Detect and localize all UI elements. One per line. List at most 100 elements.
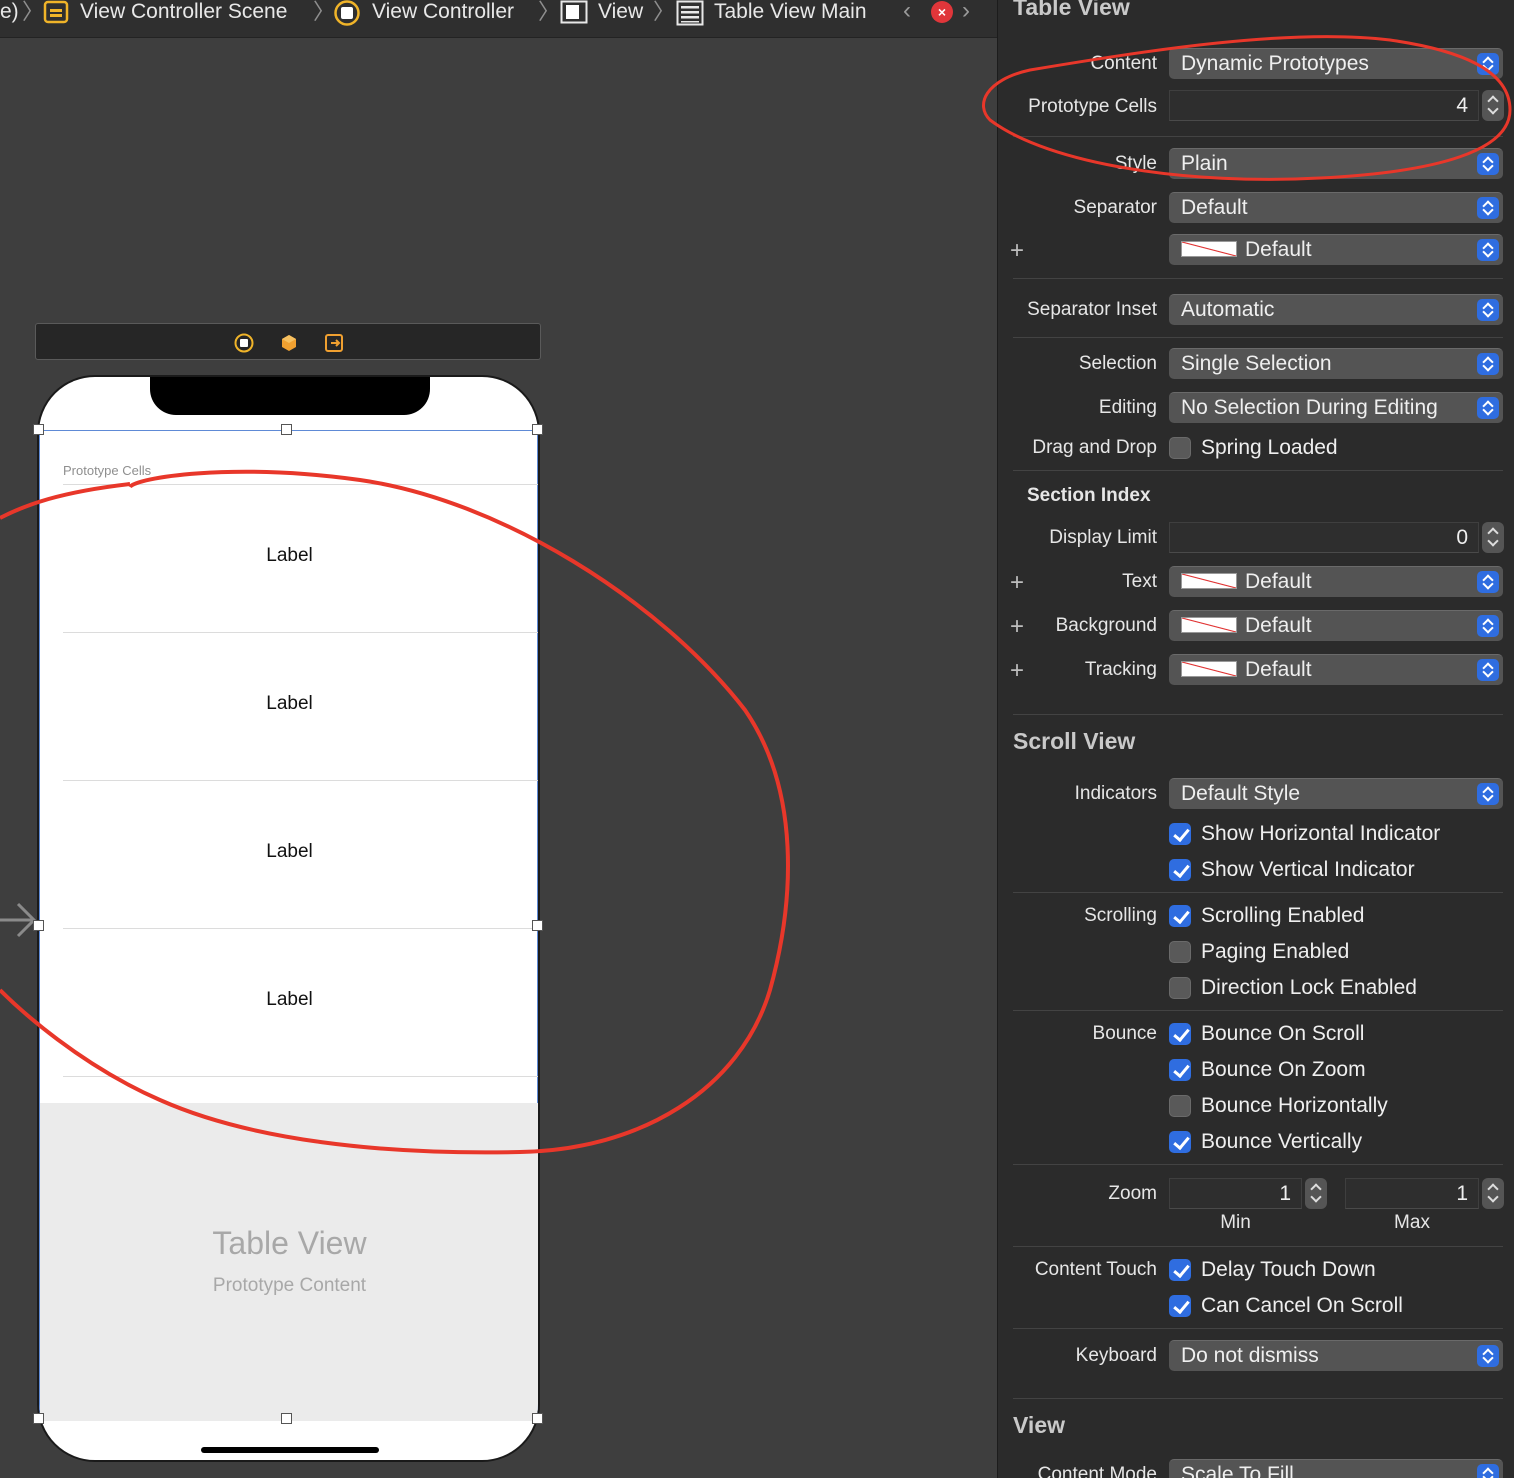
breadcrumb-item-scene[interactable]: View Controller Scene bbox=[80, 0, 287, 26]
checkbox-box[interactable] bbox=[1169, 859, 1191, 881]
separator-inset-popup[interactable]: Automatic bbox=[1169, 294, 1503, 325]
cell-label[interactable]: Label bbox=[40, 545, 538, 567]
checkbox-box[interactable] bbox=[1169, 1023, 1191, 1045]
paging-enabled-checkbox[interactable]: Paging Enabled bbox=[1169, 939, 1349, 965]
view-controller-icon[interactable] bbox=[234, 333, 254, 353]
chevron-right-icon[interactable]: › bbox=[962, 0, 970, 23]
view-section-title: View bbox=[1013, 1412, 1065, 1438]
plus-icon[interactable]: + bbox=[1010, 239, 1024, 263]
chevron-right-icon: 〉 bbox=[22, 0, 45, 24]
error-icon[interactable]: × bbox=[931, 1, 953, 23]
zoom-max-field[interactable]: 1 bbox=[1345, 1178, 1479, 1209]
divider bbox=[1013, 136, 1503, 137]
exit-icon[interactable] bbox=[324, 333, 344, 353]
resize-handle[interactable] bbox=[281, 424, 292, 435]
separator-color-popup[interactable]: Default bbox=[1169, 234, 1503, 265]
bounce-horizontally-checkbox[interactable]: Bounce Horizontally bbox=[1169, 1093, 1388, 1119]
content-popup[interactable]: Dynamic Prototypes bbox=[1169, 48, 1503, 79]
bounce-on-scroll-checkbox[interactable]: Bounce On Scroll bbox=[1169, 1021, 1364, 1047]
cell-label[interactable]: Label bbox=[40, 693, 538, 715]
show-horizontal-indicator-checkbox[interactable]: Show Horizontal Indicator bbox=[1169, 821, 1440, 847]
cell-label[interactable]: Label bbox=[40, 841, 538, 863]
checkbox-label: Scrolling Enabled bbox=[1201, 904, 1365, 927]
keyboard-popup[interactable]: Do not dismiss bbox=[1169, 1340, 1503, 1371]
content-mode-popup[interactable]: Scale To Fill bbox=[1169, 1459, 1503, 1478]
checkbox-box[interactable] bbox=[1169, 941, 1191, 963]
resize-handle[interactable] bbox=[33, 424, 44, 435]
delay-touch-down-checkbox[interactable]: Delay Touch Down bbox=[1169, 1257, 1376, 1283]
bounce-vertically-checkbox[interactable]: Bounce Vertically bbox=[1169, 1129, 1362, 1155]
text-color-popup[interactable]: Default bbox=[1169, 566, 1503, 597]
separator-popup[interactable]: Default bbox=[1169, 192, 1503, 223]
resize-handle[interactable] bbox=[33, 920, 44, 931]
checkbox-box[interactable] bbox=[1169, 1295, 1191, 1317]
background-color-popup[interactable]: Default bbox=[1169, 610, 1503, 641]
can-cancel-on-scroll-checkbox[interactable]: Can Cancel On Scroll bbox=[1169, 1293, 1403, 1319]
popup-arrows-icon bbox=[1477, 659, 1499, 681]
spring-loaded-checkbox[interactable]: Spring Loaded bbox=[1169, 435, 1338, 461]
checkbox-label: Bounce Vertically bbox=[1201, 1130, 1363, 1153]
resize-handle[interactable] bbox=[532, 1413, 543, 1424]
bounce-on-zoom-checkbox[interactable]: Bounce On Zoom bbox=[1169, 1057, 1366, 1083]
scene-dock[interactable] bbox=[35, 323, 541, 360]
content-touch-label: Content Touch bbox=[1034, 1259, 1157, 1280]
style-popup[interactable]: Plain bbox=[1169, 148, 1503, 179]
table-row[interactable]: Label bbox=[40, 485, 538, 633]
prototype-cells-stepper[interactable] bbox=[1482, 90, 1504, 121]
zoom-max-stepper[interactable] bbox=[1482, 1178, 1504, 1209]
tracking-color-popup[interactable]: Default bbox=[1169, 654, 1503, 685]
table-view[interactable]: Prototype Cells Label Label Label Label … bbox=[39, 430, 538, 1421]
checkbox-label: Can Cancel On Scroll bbox=[1201, 1294, 1403, 1317]
divider bbox=[1013, 1164, 1503, 1165]
cell-label[interactable]: Label bbox=[40, 989, 538, 1011]
selection-popup[interactable]: Single Selection bbox=[1169, 348, 1503, 379]
checkbox-box[interactable] bbox=[1169, 1259, 1191, 1281]
indicators-popup[interactable]: Default Style bbox=[1169, 778, 1503, 809]
checkbox-box[interactable] bbox=[1169, 823, 1191, 845]
popup-arrows-icon bbox=[1477, 153, 1499, 175]
prototype-cells-field[interactable]: 4 bbox=[1169, 90, 1479, 121]
show-vertical-indicator-checkbox[interactable]: Show Vertical Indicator bbox=[1169, 857, 1415, 883]
checkbox-box[interactable] bbox=[1169, 1059, 1191, 1081]
plus-icon[interactable]: + bbox=[1010, 615, 1024, 639]
editing-popup[interactable]: No Selection During Editing bbox=[1169, 392, 1503, 423]
home-indicator bbox=[201, 1447, 379, 1453]
breadcrumb-leading-text[interactable]: e) bbox=[0, 0, 19, 26]
breadcrumb-item-table-view[interactable]: Table View Main bbox=[714, 0, 867, 26]
popup-arrows-icon bbox=[1477, 197, 1499, 219]
chevron-left-icon[interactable]: ‹ bbox=[903, 0, 911, 23]
table-row[interactable]: Label bbox=[40, 929, 538, 1077]
scene-icon bbox=[43, 0, 69, 24]
display-limit-stepper[interactable] bbox=[1482, 522, 1504, 553]
zoom-min-stepper[interactable] bbox=[1305, 1178, 1327, 1209]
first-responder-icon[interactable] bbox=[279, 333, 299, 353]
prototype-cells-label: Prototype Cells bbox=[1028, 96, 1157, 117]
popup-arrows-icon bbox=[1477, 783, 1499, 805]
chevron-right-icon: 〉 bbox=[538, 0, 561, 24]
checkbox-box[interactable] bbox=[1169, 977, 1191, 999]
table-row[interactable]: Label bbox=[40, 633, 538, 781]
table-row[interactable]: Label bbox=[40, 781, 538, 929]
resize-handle[interactable] bbox=[281, 1413, 292, 1424]
breadcrumb-item-view-controller[interactable]: View Controller bbox=[372, 0, 514, 26]
placeholder-subtitle: Prototype Content bbox=[212, 1275, 367, 1296]
direction-lock-checkbox[interactable]: Direction Lock Enabled bbox=[1169, 975, 1417, 1001]
checkbox-box[interactable] bbox=[1169, 905, 1191, 927]
scrolling-enabled-checkbox[interactable]: Scrolling Enabled bbox=[1169, 903, 1364, 929]
checkbox-box[interactable] bbox=[1169, 1131, 1191, 1153]
resize-handle[interactable] bbox=[532, 920, 543, 931]
plus-icon[interactable]: + bbox=[1010, 659, 1024, 683]
resize-handle[interactable] bbox=[532, 424, 543, 435]
breadcrumb-item-view[interactable]: View bbox=[598, 0, 643, 26]
checkbox-box[interactable] bbox=[1169, 1095, 1191, 1117]
popup-arrows-icon bbox=[1477, 353, 1499, 375]
resize-handle[interactable] bbox=[33, 1413, 44, 1424]
checkbox-box[interactable] bbox=[1169, 437, 1191, 459]
indicators-label: Indicators bbox=[1074, 783, 1157, 804]
display-limit-field[interactable]: 0 bbox=[1169, 522, 1479, 553]
plus-icon[interactable]: + bbox=[1010, 571, 1024, 595]
separator-inset-value: Automatic bbox=[1181, 298, 1275, 321]
checkbox-label: Bounce On Scroll bbox=[1201, 1022, 1365, 1045]
zoom-min-field[interactable]: 1 bbox=[1169, 1178, 1302, 1209]
placeholder-title: Table View bbox=[212, 1225, 367, 1261]
